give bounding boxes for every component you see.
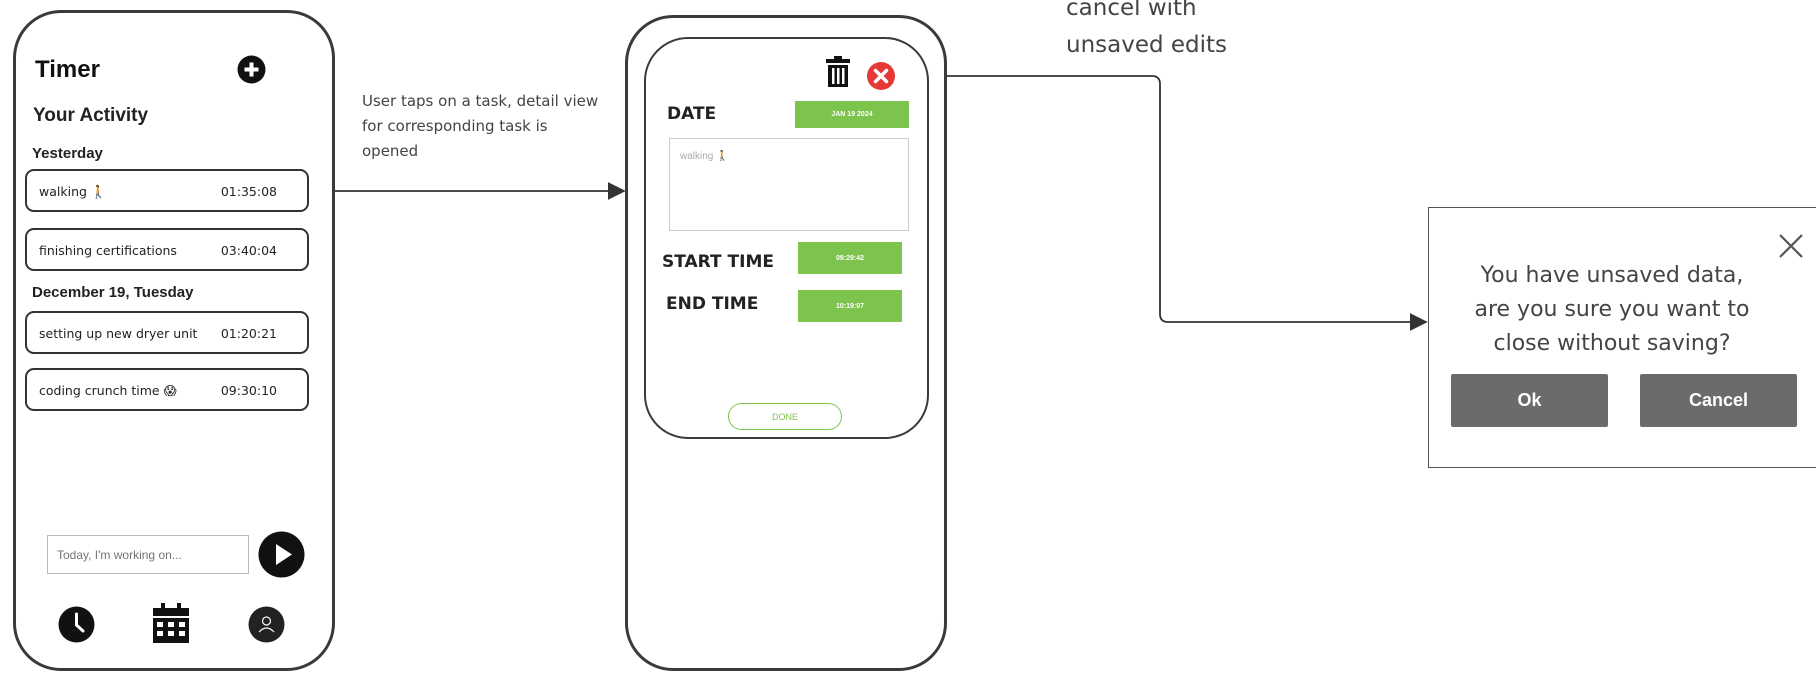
cancel-annotation: cancel with unsaved edits xyxy=(1066,0,1228,58)
play-icon xyxy=(258,531,305,578)
description-text: walking 🚶 xyxy=(680,151,729,162)
task-card[interactable]: finishing certifications 03:40:04 xyxy=(25,228,309,271)
start-timer-button[interactable] xyxy=(258,531,305,578)
close-detail-button[interactable] xyxy=(866,61,896,91)
dialog-close-button[interactable] xyxy=(1778,233,1804,259)
task-input[interactable] xyxy=(47,535,249,574)
section-heading-december: December 19, Tuesday xyxy=(32,284,194,301)
date-label: DATE xyxy=(667,104,717,124)
plus-circle-icon xyxy=(237,55,266,84)
description-field[interactable]: walking 🚶 xyxy=(669,138,909,231)
close-icon xyxy=(1779,234,1803,258)
task-duration: 01:20:21 xyxy=(220,326,277,341)
task-duration: 01:35:08 xyxy=(220,184,277,199)
delete-button[interactable] xyxy=(826,56,850,87)
task-name: setting up new dryer unit xyxy=(39,326,198,341)
start-time-label: START TIME xyxy=(662,252,774,272)
nav-timer[interactable] xyxy=(58,606,95,643)
dialog-cancel-button[interactable]: Cancel xyxy=(1640,374,1797,427)
task-duration: 03:40:04 xyxy=(220,243,277,258)
clock-icon xyxy=(58,606,95,643)
dialog-message: You have unsaved data, are you sure you … xyxy=(1474,263,1750,356)
date-value[interactable]: JAN 19 2024 xyxy=(795,101,909,128)
task-detail-card xyxy=(644,37,929,439)
page-title: Timer xyxy=(35,56,100,83)
task-name: coding crunch time 😱 xyxy=(39,383,177,398)
task-duration: 09:30:10 xyxy=(220,383,277,398)
tap-annotation: User taps on a task, detail view for cor… xyxy=(362,92,599,160)
nav-profile[interactable] xyxy=(248,606,285,643)
task-card[interactable]: walking 🚶 01:35:08 xyxy=(25,169,309,212)
task-name: finishing certifications xyxy=(39,243,177,258)
end-time-value[interactable]: 10:19:07 xyxy=(798,290,902,322)
task-card[interactable]: coding crunch time 😱 09:30:10 xyxy=(25,368,309,411)
close-circle-icon xyxy=(867,62,895,90)
start-time-value[interactable]: 09:29:42 xyxy=(798,242,902,274)
end-time-label: END TIME xyxy=(666,294,759,314)
cancel-arrow xyxy=(897,75,1428,331)
done-button[interactable]: DONE xyxy=(728,403,842,430)
activity-heading: Your Activity xyxy=(33,105,149,126)
calendar-icon xyxy=(153,603,189,643)
task-card[interactable]: setting up new dryer unit 01:20:21 xyxy=(25,311,309,354)
trash-icon xyxy=(826,56,850,87)
add-task-button[interactable] xyxy=(237,55,266,84)
section-heading-yesterday: Yesterday xyxy=(32,145,103,162)
task-name: walking 🚶 xyxy=(39,184,107,199)
nav-calendar[interactable] xyxy=(152,603,190,643)
dialog-ok-button[interactable]: Ok xyxy=(1451,374,1608,427)
user-icon xyxy=(248,606,285,643)
